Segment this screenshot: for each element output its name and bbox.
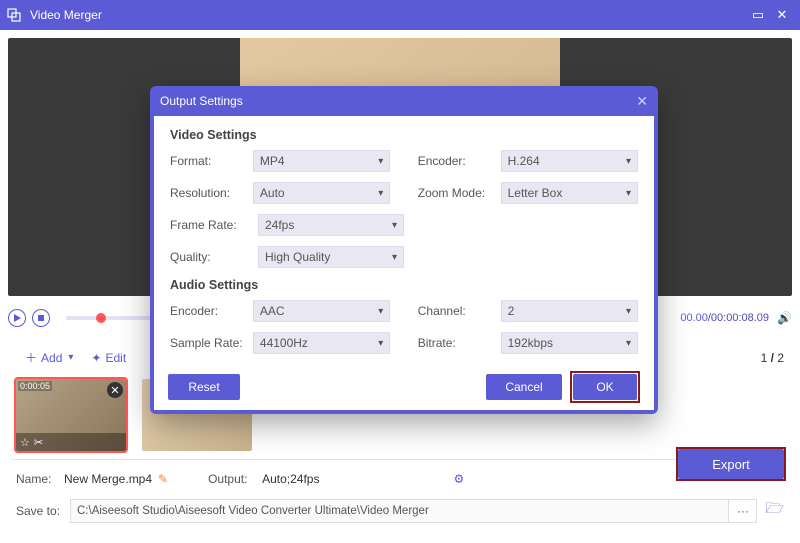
chevron-down-icon: ▾	[378, 338, 383, 349]
chevron-down-icon: ▾	[392, 220, 397, 231]
frame-rate-select[interactable]: 24fps▾	[258, 214, 404, 236]
format-label: Format:	[170, 154, 243, 168]
resolution-select[interactable]: Auto▾	[253, 182, 390, 204]
zoom-select[interactable]: Letter Box▾	[501, 182, 638, 204]
close-icon[interactable]: ✕	[636, 93, 648, 110]
play-button[interactable]	[8, 309, 26, 327]
reset-button[interactable]: Reset	[168, 374, 240, 400]
output-label: Output:	[208, 472, 262, 486]
seek-handle[interactable]	[96, 313, 106, 323]
resolution-label: Resolution:	[170, 186, 243, 200]
sample-rate-select[interactable]: 44100Hz▾	[253, 332, 390, 354]
video-settings-heading: Video Settings	[170, 128, 638, 142]
ok-highlight: OK	[570, 371, 640, 403]
pager: 1 / 2	[761, 351, 784, 365]
chevron-down-icon: ▾	[626, 188, 631, 199]
app-icon	[6, 7, 22, 23]
thumb-timestamp: 0:00:05	[18, 381, 52, 391]
scissors-icon[interactable]: ✂	[34, 436, 43, 449]
chevron-down-icon: ▾	[626, 338, 631, 349]
wand-icon: ✦	[91, 351, 101, 365]
format-select[interactable]: MP4▾	[253, 150, 390, 172]
quality-label: Quality:	[170, 250, 248, 264]
chevron-down-icon: ▾	[626, 306, 631, 317]
dialog-footer: Reset Cancel OK	[154, 364, 654, 410]
add-button[interactable]: ＋Add▾	[16, 344, 82, 371]
browse-more-button[interactable]: ···	[729, 499, 757, 523]
name-value: New Merge.mp4	[64, 472, 152, 486]
bitrate-label: Bitrate:	[418, 336, 491, 350]
chevron-down-icon: ▾	[392, 252, 397, 263]
audio-encoder-select[interactable]: AAC▾	[253, 300, 390, 322]
encoder-label: Encoder:	[418, 154, 491, 168]
edit-button[interactable]: ✦Edit	[82, 346, 135, 370]
audio-settings-heading: Audio Settings	[170, 278, 638, 292]
encoder-select[interactable]: H.264▾	[501, 150, 638, 172]
export-button[interactable]: Export	[678, 449, 784, 479]
channel-label: Channel:	[418, 304, 491, 318]
rename-icon[interactable]: ✎	[158, 472, 168, 486]
output-settings-dialog: Output Settings ✕ Video Settings Format:…	[150, 86, 658, 414]
star-icon[interactable]: ☆	[20, 436, 30, 449]
ok-button[interactable]: OK	[573, 374, 637, 400]
gear-icon[interactable]: ⚙	[453, 472, 464, 486]
thumbnail[interactable]: 0:00:05 ✕ ☆ ✂	[16, 379, 126, 451]
dialog-titlebar: Output Settings ✕	[150, 86, 658, 116]
audio-encoder-label: Encoder:	[170, 304, 243, 318]
thumb-remove-icon[interactable]: ✕	[107, 382, 123, 398]
app-title: Video Merger	[30, 8, 102, 22]
channel-select[interactable]: 2▾	[501, 300, 638, 322]
stop-button[interactable]	[32, 309, 50, 327]
cancel-button[interactable]: Cancel	[486, 374, 562, 400]
save-path-input[interactable]	[70, 499, 729, 523]
frame-rate-label: Frame Rate:	[170, 218, 248, 232]
window-minimize-icon[interactable]: ▭	[746, 7, 770, 23]
dialog-title: Output Settings	[160, 94, 243, 108]
name-label: Name:	[16, 472, 64, 486]
open-folder-icon[interactable]: 🗁	[765, 498, 784, 523]
save-label: Save to:	[16, 504, 70, 518]
volume-icon[interactable]: 🔊	[777, 311, 792, 325]
titlebar: Video Merger ▭ ✕	[0, 0, 800, 30]
bitrate-select[interactable]: 192kbps▾	[501, 332, 638, 354]
chevron-down-icon: ▾	[626, 156, 631, 167]
quality-select[interactable]: High Quality▾	[258, 246, 404, 268]
time-display: 00.00/00:00:08.09	[649, 312, 769, 324]
chevron-down-icon: ▾	[378, 306, 383, 317]
output-value: Auto;24fps	[262, 472, 319, 486]
chevron-down-icon: ▾	[378, 156, 383, 167]
sample-rate-label: Sample Rate:	[170, 336, 243, 350]
chevron-down-icon: ▾	[68, 352, 73, 363]
zoom-label: Zoom Mode:	[418, 186, 491, 200]
chevron-down-icon: ▾	[378, 188, 383, 199]
window-close-icon[interactable]: ✕	[770, 7, 794, 23]
